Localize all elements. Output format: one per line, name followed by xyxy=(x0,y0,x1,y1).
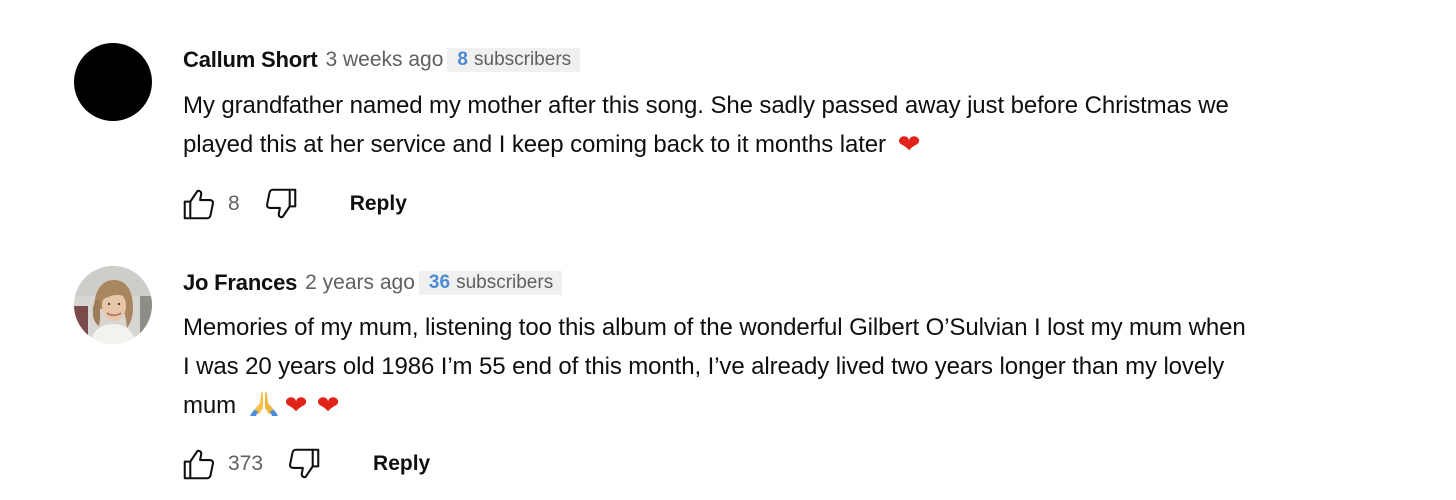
heart-emoji: ❤ xyxy=(284,390,308,420)
heart-emoji: ❤ xyxy=(316,390,340,420)
comment-text-line: My grandfather named my mother after thi… xyxy=(183,92,1229,119)
woman-photo-avatar xyxy=(74,266,152,344)
dislike-button[interactable] xyxy=(285,445,323,483)
comment-text: Memories of my mum, listening too this a… xyxy=(183,308,1433,425)
comment-header: Jo Frances 2 years ago 36 subscribers xyxy=(183,268,563,298)
timestamp[interactable]: 2 years ago xyxy=(305,271,415,295)
heart-emoji: ❤ xyxy=(897,129,921,159)
subscriber-label: subscribers xyxy=(474,49,572,70)
comment-header: Callum Short 3 weeks ago 8 subscribers xyxy=(183,45,581,75)
thumbs-down-icon xyxy=(289,448,320,479)
author-name[interactable]: Callum Short xyxy=(183,47,318,73)
subscriber-badge: 36 subscribers xyxy=(418,271,563,295)
comment-text-line-content: played this at her service and I keep co… xyxy=(183,131,886,158)
subscriber-count: 36 xyxy=(428,272,451,293)
comment-actions: 373 Reply xyxy=(180,444,430,484)
thumbs-up-icon xyxy=(183,449,215,480)
reply-button[interactable]: Reply xyxy=(373,452,430,476)
thumbs-up-icon xyxy=(183,189,215,220)
comment-text-line: Memories of my mum, listening too this a… xyxy=(183,314,1246,341)
comment-text-line: played this at her service and I keep co… xyxy=(183,125,1433,164)
subscriber-count: 8 xyxy=(457,49,468,70)
timestamp[interactable]: 3 weeks ago xyxy=(326,48,444,72)
avatar[interactable] xyxy=(74,43,152,121)
reply-button[interactable]: Reply xyxy=(350,192,407,216)
like-count: 8 xyxy=(228,192,240,215)
comment-text-line-content: mum xyxy=(183,392,237,419)
subscriber-label: subscribers xyxy=(456,272,554,293)
dislike-button[interactable] xyxy=(262,185,300,223)
comment-text-line: mum ❤ ❤ xyxy=(183,386,1433,425)
thumbs-down-icon xyxy=(265,188,296,219)
like-button[interactable] xyxy=(180,445,218,483)
author-name[interactable]: Jo Frances xyxy=(183,270,297,296)
subscriber-badge: 8 subscribers xyxy=(447,48,581,72)
comment-text: My grandfather named my mother after thi… xyxy=(183,86,1433,164)
comment-text-line: I was 20 years old 1986 I’m 55 end of th… xyxy=(183,353,1225,380)
avatar[interactable] xyxy=(74,266,152,344)
like-count: 373 xyxy=(228,452,264,475)
like-button[interactable] xyxy=(180,185,218,223)
comment-actions: 8 Reply xyxy=(180,184,407,224)
folded-hands-emoji xyxy=(250,392,279,416)
